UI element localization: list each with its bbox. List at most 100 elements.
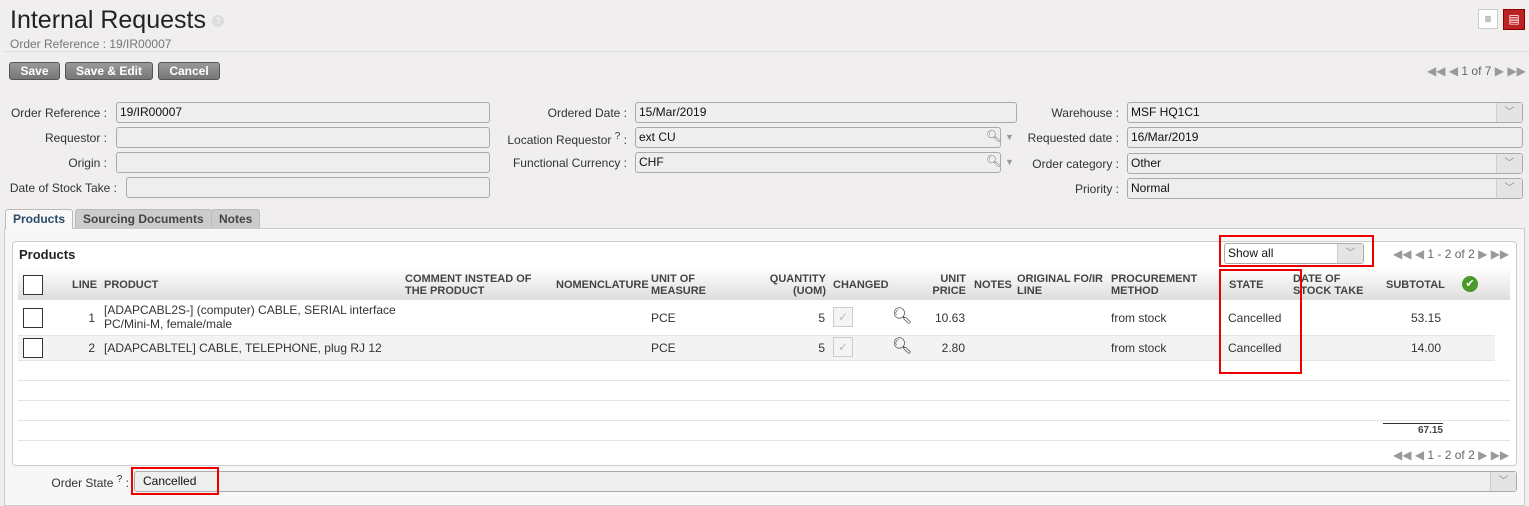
requestor-label: Requestor : <box>44 131 107 145</box>
magnifier-icon[interactable]: 🔍︎ <box>892 336 912 356</box>
label-text: Location Requestor <box>507 133 612 147</box>
value: MSF HQ1C1 <box>1131 105 1200 119</box>
row-divider <box>18 380 1510 381</box>
save-button[interactable]: Save <box>9 62 60 80</box>
cell-line: 2 <box>88 341 95 355</box>
cell-quantity: 5 <box>818 311 825 325</box>
prev-icon[interactable]: ◀ <box>1415 247 1424 261</box>
changed-checkbox: ✓ <box>833 307 853 327</box>
cell-uom: PCE <box>651 311 676 325</box>
save-edit-button[interactable]: Save & Edit <box>65 62 153 80</box>
order-reference-input[interactable]: 19/IR00007 <box>116 102 490 123</box>
validate-icon[interactable]: ✔ <box>1462 276 1478 292</box>
value: Other <box>1131 156 1162 170</box>
ordered-date-input[interactable]: 15/Mar/2019 <box>635 102 1017 123</box>
products-title: Products <box>19 247 76 262</box>
col-original-line[interactable]: ORIGINAL FO/IR LINE <box>1017 273 1107 297</box>
cell-unit-price: 2.80 <box>941 341 965 355</box>
col-changed[interactable]: CHANGED <box>833 279 889 291</box>
tab-notes[interactable]: Notes <box>211 209 261 228</box>
cell-product: [ADAPCABL2S-] (computer) CABLE, SERIAL i… <box>104 303 396 331</box>
tab-products[interactable]: Products <box>5 209 74 229</box>
priority-select[interactable]: Normal ﹀ <box>1127 178 1523 199</box>
col-nomenclature[interactable]: NOMENCLATURE <box>556 279 649 291</box>
location-requestor-label: Location Requestor ? : <box>507 131 627 147</box>
highlight-box <box>1219 235 1374 267</box>
requested-date-label: Requested date : <box>1027 131 1119 145</box>
first-icon[interactable]: ◀◀ <box>1393 247 1411 261</box>
row-checkbox[interactable] <box>23 338 43 358</box>
pager-text: 1 - 2 of 2 <box>1427 448 1475 462</box>
page-title: Internal Requests? <box>10 6 224 35</box>
grid-pager: ◀◀ ◀ 1 - 2 of 2 ▶ ▶▶ <box>1393 247 1509 261</box>
first-icon[interactable]: ◀◀ <box>1427 64 1445 78</box>
order-state-select[interactable]: Cancelled ﹀ <box>134 471 1517 492</box>
first-icon[interactable]: ◀◀ <box>1393 448 1411 462</box>
col-comment[interactable]: COMMENT INSTEAD OF THE PRODUCT <box>405 273 540 297</box>
help-icon[interactable]: ? <box>615 131 621 142</box>
col-notes[interactable]: NOTES <box>974 279 1012 291</box>
form-view-icon[interactable]: ▤ <box>1503 9 1525 30</box>
cell-quantity: 5 <box>818 341 825 355</box>
col-date-stock-take[interactable]: DATE OF STOCK TAKE <box>1293 273 1373 297</box>
cell-unit-price: 10.63 <box>934 311 965 325</box>
grid-pager-bottom: ◀◀ ◀ 1 - 2 of 2 ▶ ▶▶ <box>1393 448 1509 462</box>
cancel-button[interactable]: Cancel <box>158 62 220 80</box>
col-subtotal[interactable]: SUBTOTAL <box>1386 279 1445 291</box>
help-icon[interactable]: ? <box>211 15 224 28</box>
dropdown-icon[interactable]: ▼ <box>1005 157 1014 167</box>
cell-uom: PCE <box>651 341 676 355</box>
order-category-label: Order category : <box>1032 157 1119 171</box>
help-icon[interactable]: ? <box>117 474 123 485</box>
prev-icon[interactable]: ◀ <box>1449 64 1458 78</box>
functional-currency-label: Functional Currency : <box>512 156 627 170</box>
chevron-down-icon[interactable]: ﹀ <box>1496 154 1522 173</box>
cell-procurement-method: from stock <box>1111 341 1167 355</box>
search-icon[interactable]: 🔍︎ <box>986 154 1001 168</box>
tab-sourcing-documents[interactable]: Sourcing Documents <box>75 209 212 228</box>
cell-subtotal: 53.15 <box>1410 311 1441 325</box>
cell-line: 1 <box>88 311 95 325</box>
list-view-icon[interactable]: ≡ <box>1478 9 1498 29</box>
last-icon[interactable]: ▶▶ <box>1507 64 1525 78</box>
next-icon[interactable]: ▶ <box>1478 247 1487 261</box>
next-icon[interactable]: ▶ <box>1478 448 1487 462</box>
magnifier-icon[interactable]: 🔍︎ <box>892 306 912 326</box>
row-checkbox[interactable] <box>23 308 43 328</box>
col-product[interactable]: PRODUCT <box>104 279 158 291</box>
chevron-down-icon[interactable]: ﹀ <box>1490 472 1516 491</box>
select-all-checkbox[interactable] <box>23 275 43 295</box>
label-text: Order State <box>51 476 114 490</box>
requestor-input[interactable] <box>116 127 490 148</box>
next-icon[interactable]: ▶ <box>1495 64 1504 78</box>
order-reference-label: Order Reference : <box>10 106 107 120</box>
row-divider <box>18 440 1510 441</box>
date-stock-take-input[interactable] <box>126 177 490 198</box>
ordered-date-label: Ordered Date : <box>547 106 627 120</box>
last-icon[interactable]: ▶▶ <box>1491 448 1509 462</box>
warehouse-label: Warehouse : <box>1051 106 1119 120</box>
last-icon[interactable]: ▶▶ <box>1491 247 1509 261</box>
col-line[interactable]: LINE <box>72 279 97 291</box>
record-pager: ◀◀ ◀ 1 of 7 ▶ ▶▶ <box>1427 64 1526 78</box>
col-uom[interactable]: UNIT OF MEASURE <box>651 273 721 297</box>
total-line <box>1383 423 1443 424</box>
functional-currency-input[interactable]: CHF <box>635 152 1001 173</box>
chevron-down-icon[interactable]: ﹀ <box>1496 179 1522 198</box>
search-icon[interactable]: 🔍︎ <box>986 129 1001 143</box>
col-procurement-method[interactable]: PROCUREMENT METHOD <box>1111 273 1201 297</box>
title-text: Internal Requests <box>10 6 206 34</box>
chevron-down-icon[interactable]: ﹀ <box>1496 103 1522 122</box>
location-requestor-input[interactable]: ext CU <box>635 127 1001 148</box>
row-divider <box>18 400 1510 401</box>
requested-date-input[interactable]: 16/Mar/2019 <box>1127 127 1523 148</box>
prev-icon[interactable]: ◀ <box>1415 448 1424 462</box>
highlight-box <box>131 467 219 495</box>
dropdown-icon[interactable]: ▼ <box>1005 132 1014 142</box>
products-total: 67.15 <box>1417 425 1443 436</box>
origin-input[interactable] <box>116 152 490 173</box>
col-quantity[interactable]: QUANTITY (UOM) <box>760 273 826 297</box>
warehouse-select[interactable]: MSF HQ1C1 ﹀ <box>1127 102 1523 123</box>
col-unit-price[interactable]: UNIT PRICE <box>925 273 966 297</box>
order-category-select[interactable]: Other ﹀ <box>1127 153 1523 174</box>
